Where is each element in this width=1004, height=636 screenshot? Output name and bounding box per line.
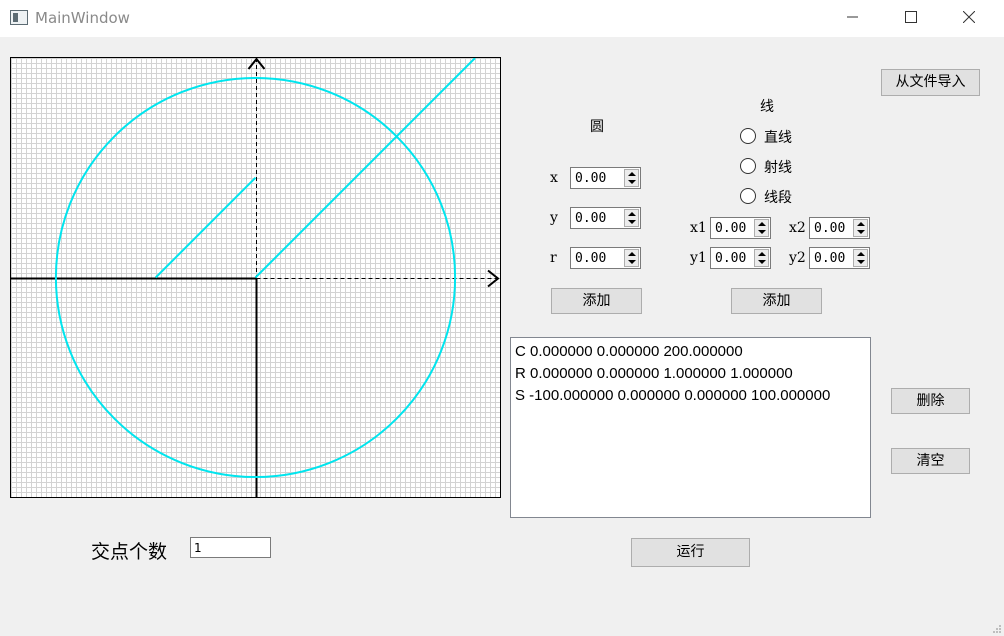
circle-r-spin-arrows[interactable] bbox=[624, 249, 639, 267]
plot-svg bbox=[11, 58, 500, 497]
line-x2-input[interactable] bbox=[810, 218, 854, 238]
radio-line[interactable] bbox=[740, 128, 756, 144]
minimize-icon bbox=[847, 16, 858, 18]
add-line-button[interactable]: 添加 bbox=[731, 288, 822, 314]
circle-y-spin-arrows[interactable] bbox=[624, 209, 639, 227]
line-x1-label: x1 bbox=[690, 220, 707, 236]
spin-down-icon[interactable] bbox=[857, 230, 865, 234]
shape-list[interactable]: C 0.000000 0.000000 200.000000 R 0.00000… bbox=[510, 337, 871, 518]
list-item[interactable]: S -100.000000 0.000000 0.000000 100.0000… bbox=[515, 385, 866, 407]
window-title: MainWindow bbox=[35, 9, 130, 27]
run-button[interactable]: 运行 bbox=[631, 538, 750, 567]
spin-up-icon[interactable] bbox=[628, 212, 636, 216]
line-x1-spinbox[interactable] bbox=[710, 217, 771, 239]
line-y2-spin-arrows[interactable] bbox=[853, 249, 868, 267]
intersection-count-label: 交点个数 bbox=[91, 541, 168, 563]
list-item[interactable]: C 0.000000 0.000000 200.000000 bbox=[515, 341, 866, 363]
delete-button[interactable]: 删除 bbox=[891, 388, 970, 414]
import-from-file-button[interactable]: 从文件导入 bbox=[881, 69, 980, 96]
line-y1-spinbox[interactable] bbox=[710, 247, 771, 269]
minimize-button[interactable] bbox=[830, 0, 876, 36]
line-y1-spin-arrows[interactable] bbox=[754, 249, 769, 267]
spin-up-icon[interactable] bbox=[758, 222, 766, 226]
circle-x-spin-arrows[interactable] bbox=[624, 169, 639, 187]
line-y2-spinbox[interactable] bbox=[809, 247, 870, 269]
circle-panel-title: 圆 bbox=[590, 119, 604, 135]
clear-button[interactable]: 清空 bbox=[891, 448, 970, 474]
line-y1-label: y1 bbox=[690, 250, 707, 266]
line-x2-label: x2 bbox=[789, 220, 806, 236]
circle-x-label: x bbox=[550, 170, 558, 186]
intersection-count-field[interactable] bbox=[190, 537, 271, 558]
maximize-button[interactable] bbox=[888, 0, 934, 36]
line-x2-spin-arrows[interactable] bbox=[853, 219, 868, 237]
spin-down-icon[interactable] bbox=[628, 260, 636, 264]
spin-up-icon[interactable] bbox=[857, 252, 865, 256]
drawing-canvas[interactable] bbox=[10, 57, 501, 498]
line-x2-spinbox[interactable] bbox=[809, 217, 870, 239]
resize-grip-icon[interactable] bbox=[992, 624, 1002, 634]
spin-down-icon[interactable] bbox=[628, 180, 636, 184]
radio-ray-label[interactable]: 射线 bbox=[764, 157, 792, 177]
spin-up-icon[interactable] bbox=[628, 172, 636, 176]
segment-shape bbox=[154, 177, 257, 279]
spin-up-icon[interactable] bbox=[758, 252, 766, 256]
circle-r-spinbox[interactable] bbox=[570, 247, 641, 269]
spin-up-icon[interactable] bbox=[628, 252, 636, 256]
spin-down-icon[interactable] bbox=[857, 260, 865, 264]
circle-y-label: y bbox=[550, 210, 558, 226]
line-x1-input[interactable] bbox=[711, 218, 755, 238]
circle-y-input[interactable] bbox=[571, 208, 624, 228]
radio-ray[interactable] bbox=[740, 158, 756, 174]
line-y1-input[interactable] bbox=[711, 248, 755, 268]
circle-r-input[interactable] bbox=[571, 248, 624, 268]
maximize-icon bbox=[905, 11, 917, 23]
line-panel-title: 线 bbox=[760, 99, 774, 115]
line-y2-label: y2 bbox=[789, 250, 806, 266]
app-window-icon bbox=[10, 10, 28, 25]
circle-x-input[interactable] bbox=[571, 168, 624, 188]
add-circle-button[interactable]: 添加 bbox=[551, 288, 642, 314]
spin-down-icon[interactable] bbox=[628, 220, 636, 224]
line-y2-input[interactable] bbox=[810, 248, 854, 268]
circle-x-spinbox[interactable] bbox=[570, 167, 641, 189]
list-item[interactable]: R 0.000000 0.000000 1.000000 1.000000 bbox=[515, 363, 866, 385]
circle-y-spinbox[interactable] bbox=[570, 207, 641, 229]
radio-segment-label[interactable]: 线段 bbox=[764, 187, 792, 207]
radio-segment[interactable] bbox=[740, 188, 756, 204]
close-icon bbox=[963, 11, 975, 23]
spin-down-icon[interactable] bbox=[758, 260, 766, 264]
circle-r-label: r bbox=[550, 250, 557, 266]
radio-line-label[interactable]: 直线 bbox=[764, 127, 792, 147]
close-button[interactable] bbox=[946, 0, 992, 36]
title-bar: MainWindow bbox=[0, 0, 1004, 37]
line-x1-spin-arrows[interactable] bbox=[754, 219, 769, 237]
spin-down-icon[interactable] bbox=[758, 230, 766, 234]
spin-up-icon[interactable] bbox=[857, 222, 865, 226]
